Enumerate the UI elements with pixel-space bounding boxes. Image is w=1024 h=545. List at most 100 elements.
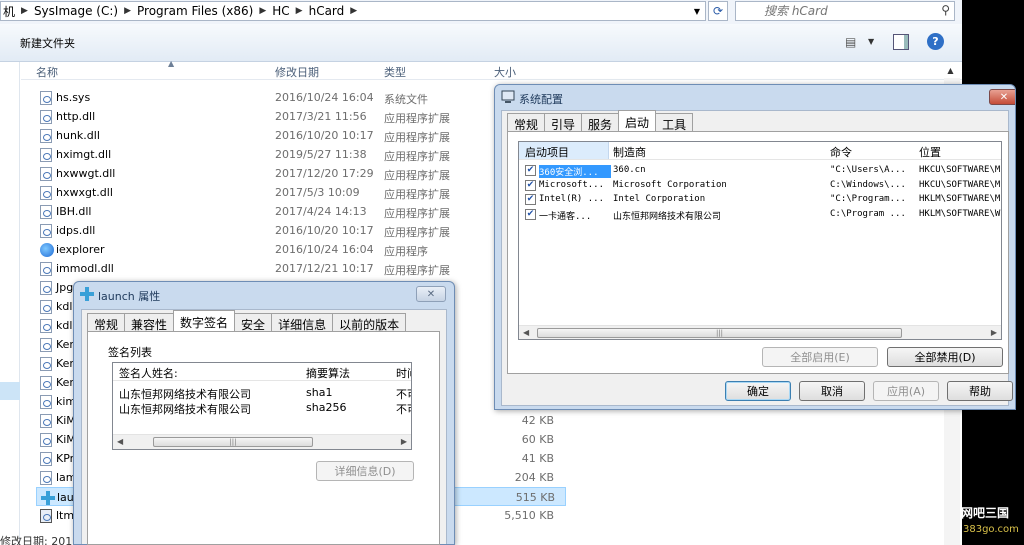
file-type: 应用程序: [384, 245, 428, 258]
breadcrumb-separator-icon[interactable]: ▶: [350, 6, 357, 16]
startup-row[interactable]: ✔ Microsoft... Microsoft Corporation C:\Win…: [519, 179, 1001, 193]
file-date: 2017/5/3 10:09: [275, 186, 360, 199]
file-icon: [40, 148, 52, 162]
tab-general[interactable]: 常规: [507, 113, 546, 132]
file-row[interactable]: http.dll 2017/3/21 11:56 应用程序扩展: [36, 107, 566, 126]
breadcrumb-separator-icon[interactable]: ▶: [259, 6, 266, 16]
file-row[interactable]: hxwwgt.dll 2017/12/20 17:29 应用程序扩展: [36, 164, 566, 183]
breadcrumb-hcard[interactable]: hCard: [309, 4, 345, 18]
file-row[interactable]: iexplorer 2016/10/24 16:04 应用程序: [36, 240, 566, 259]
tab-services[interactable]: 服务: [581, 113, 620, 132]
startup-row[interactable]: ✔ Intel(R) ... Intel Corporation "C:\Progra…: [519, 193, 1001, 207]
disable-all-button[interactable]: 全部禁用(D): [887, 347, 1003, 367]
scroll-right-icon[interactable]: ▶: [991, 328, 997, 337]
horizontal-scrollbar[interactable]: ◀ ||| ▶: [519, 325, 1001, 339]
file-row[interactable]: idps.dll 2016/10/20 10:17 应用程序扩展: [36, 221, 566, 240]
scroll-left-icon[interactable]: ◀: [117, 437, 123, 446]
file-name: hximgt.dll: [56, 148, 112, 161]
column-digest[interactable]: 摘要算法: [306, 365, 350, 381]
file-type: 应用程序扩展: [384, 188, 450, 201]
scroll-right-icon[interactable]: ▶: [401, 437, 407, 446]
tab-details[interactable]: 详细信息: [271, 313, 334, 332]
breadcrumb-separator-icon[interactable]: ▶: [124, 6, 131, 16]
startup-location: HKCU\SOFTWARE\M: [919, 179, 1001, 190]
file-row[interactable]: hs.sys 2016/10/24 16:04 系统文件: [36, 88, 566, 107]
search-icon[interactable]: ⚲: [941, 3, 950, 17]
tab-previous-versions[interactable]: 以前的版本: [332, 313, 407, 332]
tab-security[interactable]: 安全: [234, 313, 273, 332]
view-dropdown-icon[interactable]: ▼: [868, 37, 874, 46]
file-row[interactable]: IBH.dll 2017/4/24 14:13 应用程序扩展: [36, 202, 566, 221]
details-button[interactable]: 详细信息(D): [316, 461, 414, 481]
help-icon[interactable]: ?: [927, 33, 944, 50]
column-location[interactable]: 位置: [919, 144, 941, 160]
horizontal-scrollbar[interactable]: ◀ ||| ▶: [113, 434, 411, 449]
tab-general[interactable]: 常规: [87, 313, 126, 332]
file-row[interactable]: hximgt.dll 2019/5/27 11:38 应用程序扩展: [36, 145, 566, 164]
new-folder-button[interactable]: 新建文件夹: [20, 35, 75, 51]
address-dropdown-icon[interactable]: ▼: [689, 2, 705, 20]
tab-tools[interactable]: 工具: [655, 113, 694, 132]
scroll-up-icon[interactable]: ▲: [942, 62, 959, 78]
file-row[interactable]: hunk.dll 2016/10/20 10:17 应用程序扩展: [36, 126, 566, 145]
column-time[interactable]: 时间: [396, 365, 411, 381]
address-bar[interactable]: 机 ▶ SysImage (C:) ▶ Program Files (x86) …: [0, 1, 706, 21]
breadcrumb-separator-icon[interactable]: ▶: [21, 6, 28, 16]
preview-pane-icon[interactable]: [893, 34, 909, 50]
tab-boot[interactable]: 引导: [544, 113, 583, 132]
cancel-button[interactable]: 取消: [799, 381, 865, 401]
breadcrumb-computer[interactable]: 机: [3, 3, 15, 20]
breadcrumb-hc[interactable]: HC: [272, 4, 289, 18]
breadcrumb-program-files[interactable]: Program Files (x86): [137, 4, 253, 18]
signature-row[interactable]: 山东恒邦网络技术有限公司 sha1 不可: [113, 386, 411, 401]
column-manufacturer[interactable]: 制造商: [613, 144, 646, 160]
navigation-pane[interactable]: [0, 62, 20, 545]
file-type: 应用程序扩展: [384, 112, 450, 125]
scroll-thumb[interactable]: |||: [153, 437, 313, 447]
column-type[interactable]: 类型: [384, 64, 406, 80]
digest-algorithm: sha256: [306, 401, 347, 414]
column-date[interactable]: 修改日期: [275, 64, 319, 80]
startup-location: HKLM\SOFTWARE\W: [919, 208, 1001, 219]
close-icon[interactable]: ✕: [416, 286, 446, 302]
startup-checkbox[interactable]: ✔: [525, 194, 536, 205]
column-size[interactable]: 大小: [494, 64, 516, 80]
tab-startup[interactable]: 启动: [618, 110, 657, 131]
column-startup-item[interactable]: 启动项目: [519, 142, 609, 159]
column-signer[interactable]: 签名人姓名:: [119, 365, 178, 381]
file-icon: [40, 338, 52, 352]
signature-row[interactable]: 山东恒邦网络技术有限公司 sha256 不可: [113, 401, 411, 416]
column-name[interactable]: 名称: [36, 64, 58, 80]
enable-all-button[interactable]: 全部启用(E): [762, 347, 878, 367]
startup-checkbox[interactable]: ✔: [525, 179, 536, 191]
startup-row[interactable]: ✔ 360安全浏... 360.cn "C:\Users\A... HKCU\SOFTW…: [519, 164, 1001, 178]
help-button[interactable]: 帮助: [947, 381, 1013, 401]
watermark-url: 383go.com: [963, 524, 1019, 535]
search-box[interactable]: ⚲: [735, 1, 955, 21]
breadcrumb-sysimage[interactable]: SysImage (C:): [34, 4, 118, 18]
file-type: 应用程序扩展: [384, 226, 450, 239]
startup-checkbox[interactable]: ✔: [525, 208, 536, 220]
column-command[interactable]: 命令: [830, 144, 852, 160]
refresh-icon[interactable]: ⟳: [708, 1, 728, 21]
breadcrumb-separator-icon[interactable]: ▶: [296, 6, 303, 16]
close-icon[interactable]: ✕: [989, 89, 1015, 105]
scroll-thumb[interactable]: |||: [537, 328, 902, 338]
apply-button[interactable]: 应用(A): [873, 381, 939, 401]
signature-list[interactable]: 签名人姓名: 摘要算法 时间 山东恒邦网络技术有限公司 sha1 不可 山东恒邦…: [112, 362, 412, 450]
tab-compatibility[interactable]: 兼容性: [124, 313, 175, 332]
file-icon: [40, 300, 52, 314]
view-options-icon[interactable]: ▤: [845, 35, 856, 49]
scroll-left-icon[interactable]: ◀: [523, 328, 529, 337]
startup-row[interactable]: ✔ 一卡通客... 山东恒邦网络技术有限公司 C:\Program ... HKLM\S…: [519, 208, 1001, 222]
file-row[interactable]: hxwxgt.dll 2017/5/3 10:09 应用程序扩展: [36, 183, 566, 202]
navigation-selected-item[interactable]: [0, 382, 20, 400]
tab-digital-signatures[interactable]: 数字签名: [173, 310, 236, 331]
startup-checkbox[interactable]: ✔: [525, 165, 536, 176]
search-input[interactable]: [736, 2, 931, 20]
startup-list[interactable]: 启动项目 制造商 命令 位置 ✔ 360安全浏... 360.cn "C:\Users…: [518, 141, 1002, 340]
file-name: Ker: [56, 338, 74, 351]
file-row[interactable]: immodl.dll 2017/12/21 10:17 应用程序扩展: [36, 259, 566, 278]
ok-button[interactable]: 确定: [725, 381, 791, 401]
startup-item-name: 360安全浏...: [539, 165, 611, 178]
